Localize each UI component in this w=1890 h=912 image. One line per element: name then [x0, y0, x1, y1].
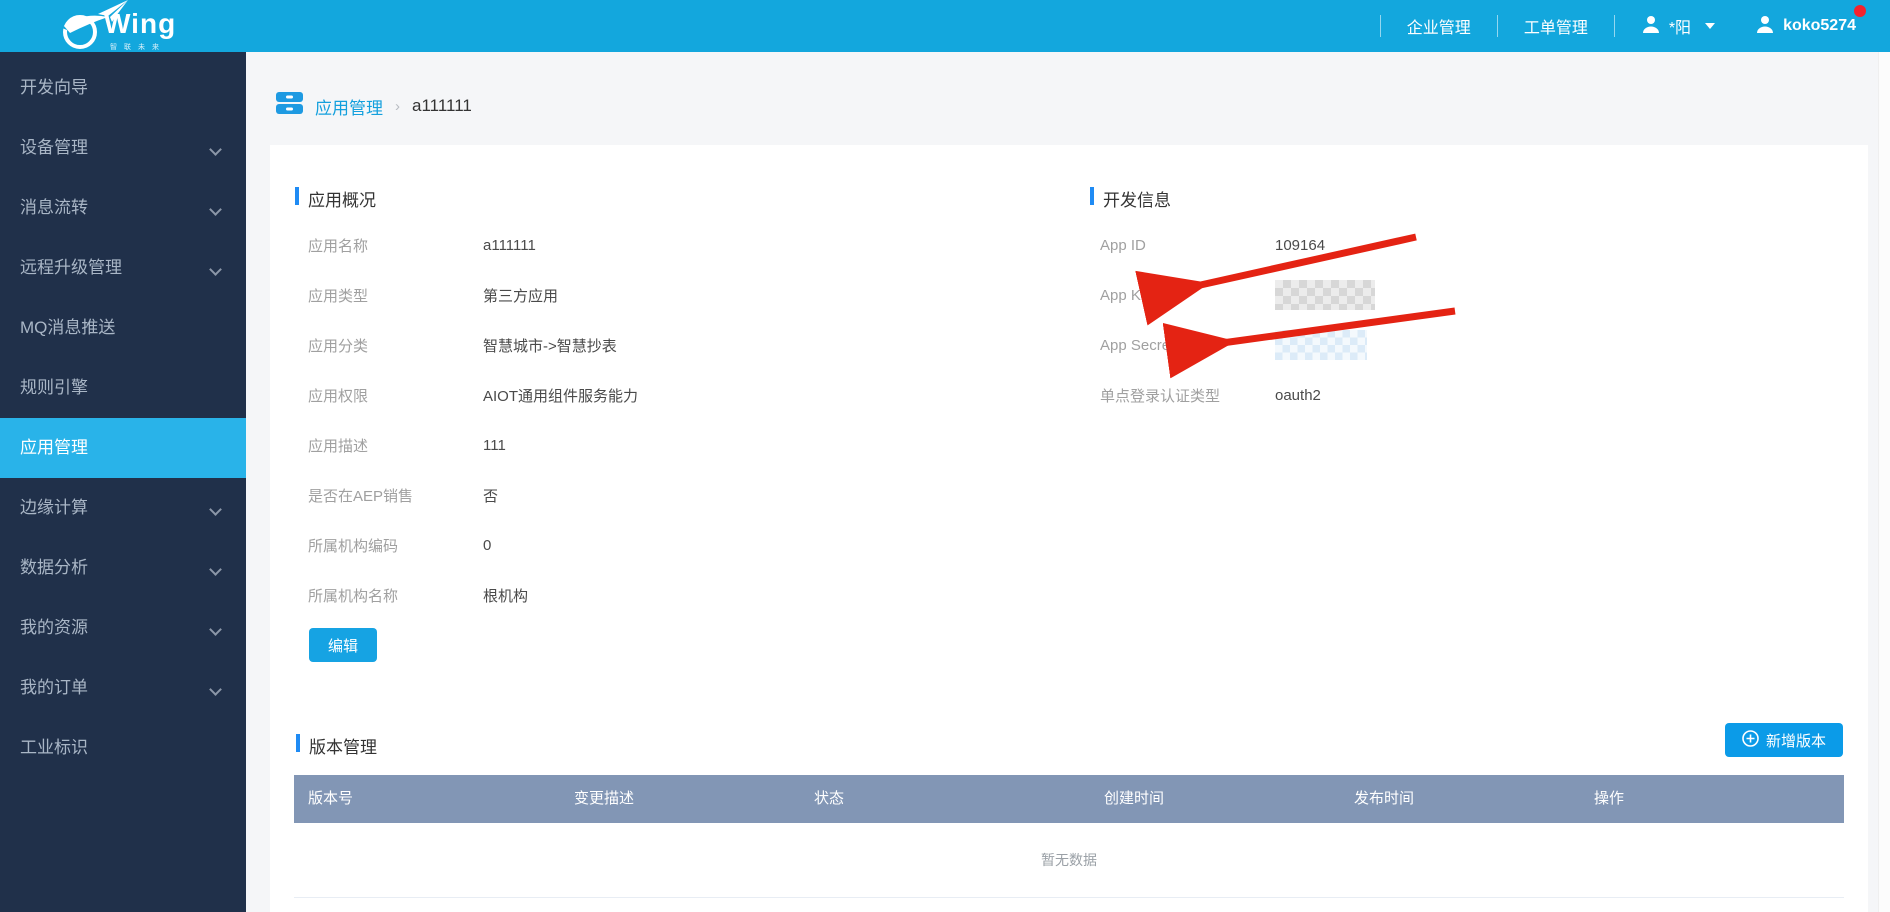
edit-button[interactable]: 编辑 [309, 628, 377, 662]
sidebar-item-remote-upgrade[interactable]: 远程升级管理 [0, 238, 246, 298]
app-category-value: 智慧城市->智慧抄表 [483, 335, 617, 356]
sidebar-item-rule-engine[interactable]: 规则引擎 [0, 358, 246, 418]
field-row: 所属机构编码0 [308, 520, 1028, 570]
section-title-dev-info: 开发信息 [1103, 186, 1171, 211]
logo-subtext: 智联未来 [110, 42, 166, 52]
dev-info-fields: App ID109164 App Key App Secret 单点登录认证类型… [1100, 220, 1700, 420]
breadcrumb: 应用管理 › a111111 [276, 86, 472, 126]
app-description-value: 111 [483, 437, 506, 454]
col-status: 状态 [800, 775, 1090, 823]
col-publish-time: 发布时间 [1340, 775, 1580, 823]
field-row: 应用名称a111111 [308, 220, 1028, 270]
sidebar-item-data-analysis[interactable]: 数据分析 [0, 538, 246, 598]
field-row: 所属机构名称根机构 [308, 570, 1028, 620]
app-name-value: a111111 [483, 237, 536, 254]
account-icon [1755, 14, 1775, 39]
sidebar-item-my-resources[interactable]: 我的资源 [0, 598, 246, 658]
version-table-header: 版本号 变更描述 状态 创建时间 发布时间 操作 [294, 775, 1844, 823]
account-menu[interactable]: koko5274 [1755, 14, 1856, 39]
chevron-down-icon [209, 683, 222, 696]
field-row: 单点登录认证类型oauth2 [1100, 370, 1700, 420]
nav-enterprise-management[interactable]: 企业管理 [1407, 14, 1471, 38]
breadcrumb-separator: › [395, 98, 400, 115]
app-secret-masked-value [1275, 330, 1367, 360]
col-change-description: 变更描述 [560, 775, 800, 823]
app-detail-card: 应用概况 应用名称a111111 应用类型第三方应用 应用分类智慧城市->智慧抄… [270, 145, 1868, 912]
top-header: Wing 智联未来 企业管理 工单管理 *阳 koko5274 [0, 0, 1890, 52]
sidebar-item-mq-push[interactable]: MQ消息推送 [0, 298, 246, 358]
add-version-button[interactable]: 新增版本 [1725, 723, 1843, 757]
app-type-value: 第三方应用 [483, 285, 558, 306]
sso-type-value: oauth2 [1275, 387, 1321, 404]
user-name: *阳 [1669, 14, 1691, 38]
notification-dot [1854, 5, 1866, 17]
user-icon [1641, 14, 1661, 39]
aep-sale-value: 否 [483, 485, 498, 506]
ctwing-logo[interactable]: Wing 智联未来 [58, 2, 208, 52]
field-row: 应用描述111 [308, 420, 1028, 470]
version-table: 版本号 变更描述 状态 创建时间 发布时间 操作 暂无数据 [294, 775, 1844, 898]
section-title-version-management: 版本管理 [309, 733, 377, 758]
add-version-label: 新增版本 [1766, 730, 1826, 751]
chevron-down-icon [1705, 23, 1715, 29]
breadcrumb-app-management[interactable]: 应用管理 [315, 94, 383, 119]
chevron-down-icon [209, 263, 222, 276]
chevron-down-icon [209, 203, 222, 216]
field-row: 是否在AEP销售否 [308, 470, 1028, 520]
app-overview-fields: 应用名称a111111 应用类型第三方应用 应用分类智慧城市->智慧抄表 应用权… [308, 220, 1028, 620]
field-row: App Secret [1100, 320, 1700, 370]
nav-divider [1614, 15, 1615, 37]
field-row: App Key [1100, 270, 1700, 320]
account-name: koko5274 [1783, 17, 1856, 35]
sidebar-item-industrial-id[interactable]: 工业标识 [0, 718, 246, 778]
chevron-down-icon [209, 563, 222, 576]
sidebar: 开发向导 设备管理 消息流转 远程升级管理 MQ消息推送 规则引擎 应用管理 边… [0, 52, 246, 912]
sidebar-item-my-orders[interactable]: 我的订单 [0, 658, 246, 718]
org-name-value: 根机构 [483, 585, 528, 606]
field-row: 应用权限AIOT通用组件服务能力 [308, 370, 1028, 420]
vertical-scrollbar[interactable] [1878, 52, 1890, 912]
chevron-down-icon [209, 503, 222, 516]
app-permission-value: AIOT通用组件服务能力 [483, 385, 638, 406]
sidebar-item-device-management[interactable]: 设备管理 [0, 118, 246, 178]
user-menu[interactable]: *阳 [1641, 14, 1715, 39]
top-nav: 企业管理 工单管理 *阳 koko5274 [1354, 0, 1856, 52]
field-row: App ID109164 [1100, 220, 1700, 270]
breadcrumb-current-app: a111111 [412, 96, 472, 116]
nav-divider [1380, 15, 1381, 37]
section-title-app-overview: 应用概况 [308, 186, 376, 211]
app-id-value: 109164 [1275, 237, 1325, 254]
sidebar-item-app-management[interactable]: 应用管理 [0, 418, 246, 478]
field-row: 应用分类智慧城市->智慧抄表 [308, 320, 1028, 370]
col-version-number: 版本号 [294, 775, 560, 823]
chevron-down-icon [209, 623, 222, 636]
sidebar-item-message-flow[interactable]: 消息流转 [0, 178, 246, 238]
sidebar-item-dev-wizard[interactable]: 开发向导 [0, 58, 246, 118]
plus-circle-icon [1742, 730, 1759, 751]
nav-workorder-management[interactable]: 工单管理 [1524, 14, 1588, 38]
nav-divider [1497, 15, 1498, 37]
org-code-value: 0 [483, 537, 491, 554]
field-row: 应用类型第三方应用 [308, 270, 1028, 320]
col-actions: 操作 [1580, 775, 1844, 823]
app-management-icon [276, 91, 303, 121]
col-create-time: 创建时间 [1090, 775, 1340, 823]
chevron-down-icon [209, 143, 222, 156]
sidebar-item-edge-computing[interactable]: 边缘计算 [0, 478, 246, 538]
empty-table-placeholder: 暂无数据 [294, 823, 1844, 898]
logo-text: Wing [104, 8, 176, 40]
app-window: Wing 智联未来 企业管理 工单管理 *阳 koko5274 [0, 0, 1890, 912]
app-key-masked-value [1275, 280, 1375, 310]
